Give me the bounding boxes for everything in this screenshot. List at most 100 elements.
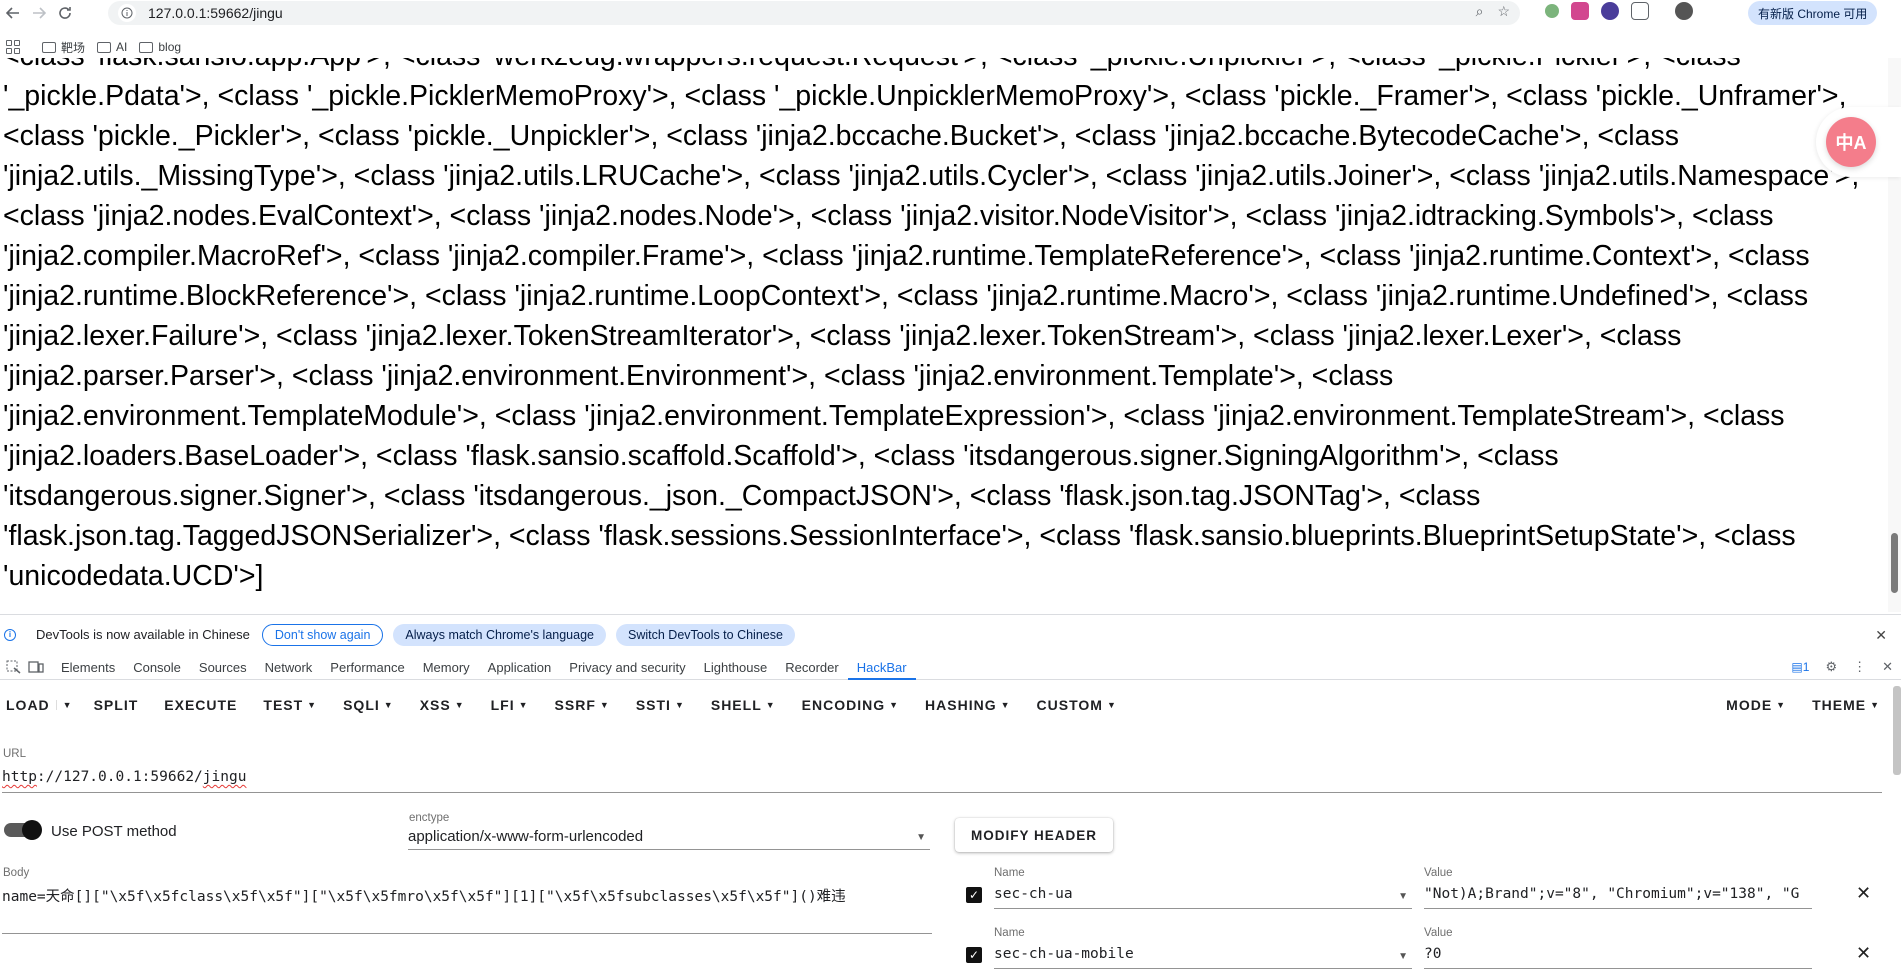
- hashing-menu[interactable]: HASHING ▼: [912, 697, 1023, 713]
- xss-menu[interactable]: XSS ▼: [407, 697, 478, 713]
- site-info-icon[interactable]: [118, 4, 136, 22]
- header-enabled-checkbox[interactable]: ✓: [966, 947, 982, 963]
- folder-icon: [97, 41, 112, 53]
- zoom-icon[interactable]: ⌕: [1476, 3, 1484, 20]
- apps-icon[interactable]: [6, 40, 20, 54]
- devtools-scrollbar[interactable]: [1893, 686, 1901, 775]
- chrome-update-pill[interactable]: 有新版 Chrome 可用: [1748, 1, 1878, 25]
- enctype-label: enctype: [409, 812, 450, 824]
- always-match-language-button[interactable]: Always match Chrome's language: [393, 623, 606, 646]
- caret-down-icon: ▼: [518, 700, 529, 710]
- lfi-menu[interactable]: LFI ▼: [478, 697, 542, 713]
- execute-button[interactable]: EXECUTE: [151, 697, 250, 713]
- theme-menu[interactable]: THEME ▼: [1799, 697, 1893, 713]
- enctype-select[interactable]: application/x-www-form-urlencoded ▼: [408, 828, 930, 850]
- header-name-input[interactable]: sec-ch-ua ▼: [994, 883, 1412, 909]
- infobar-message: DevTools is now available in Chinese: [36, 627, 250, 642]
- tab-recorder[interactable]: Recorder: [776, 655, 847, 680]
- tab-hackbar[interactable]: HackBar: [847, 655, 916, 680]
- delete-header-icon[interactable]: ✕: [1856, 943, 1871, 964]
- tab-network[interactable]: Network: [256, 655, 322, 680]
- bookmark-star-icon[interactable]: ☆: [1497, 3, 1510, 20]
- translate-icon[interactable]: 中A: [1826, 117, 1876, 167]
- tab-application[interactable]: Application: [479, 655, 561, 680]
- extensions-puzzle-icon[interactable]: [1631, 2, 1649, 20]
- header-enabled-checkbox[interactable]: ✓: [966, 887, 982, 903]
- page-output-text: <class 'flask.sansio.app.App'>, <class '…: [3, 58, 1860, 592]
- body-textarea[interactable]: name=天命[]["\x5f\x5fclass\x5f\x5f"]["\x5f…: [2, 886, 932, 934]
- address-bar[interactable]: 127.0.0.1:59662/jingu ⌕ ☆: [108, 1, 1520, 25]
- inspect-element-icon[interactable]: [6, 660, 22, 674]
- url-input[interactable]: http://127.0.0.1:59662/jingu: [2, 767, 1882, 793]
- url-label: URL: [3, 748, 27, 760]
- bookmark-folder[interactable]: AI: [97, 40, 127, 54]
- tab-sources[interactable]: Sources: [190, 655, 256, 680]
- caret-down-icon: ▼: [1398, 951, 1408, 962]
- tab-memory[interactable]: Memory: [414, 655, 479, 680]
- tab-console[interactable]: Console: [124, 655, 190, 680]
- caret-down-icon: ▼: [383, 700, 394, 710]
- header-value-input[interactable]: ?0: [1424, 943, 1812, 969]
- forward-button[interactable]: [26, 0, 52, 26]
- post-method-toggle[interactable]: [4, 820, 42, 840]
- messages-badge[interactable]: ▤1: [1791, 660, 1809, 674]
- tab-elements[interactable]: Elements: [52, 655, 124, 680]
- scrollbar-thumb[interactable]: [1891, 533, 1898, 593]
- extension-pink-icon[interactable]: [1571, 2, 1589, 20]
- load-dropdown[interactable]: ▼: [55, 700, 81, 710]
- close-icon[interactable]: ✕: [1875, 627, 1887, 644]
- split-button[interactable]: SPLIT: [81, 697, 152, 713]
- encoding-menu[interactable]: ENCODING ▼: [789, 697, 912, 713]
- header-row: ✓ Name sec-ch-ua ▼ Value "Not)A;Brand";v=…: [966, 867, 1876, 915]
- caret-down-icon: ▼: [1870, 700, 1880, 710]
- caret-down-icon: ▼: [889, 700, 900, 710]
- address-text: 127.0.0.1:59662/jingu: [148, 5, 283, 21]
- switch-devtools-chinese-button[interactable]: Switch DevTools to Chinese: [616, 623, 795, 646]
- more-options-icon[interactable]: ⋮: [1853, 659, 1866, 675]
- reload-button[interactable]: [52, 0, 78, 26]
- extension-green-icon[interactable]: [1545, 4, 1559, 18]
- bookmarks-bar: 靶场 AI blog: [0, 36, 1901, 58]
- caret-down-icon: ▼: [307, 700, 318, 710]
- caret-down-icon: ▼: [916, 832, 926, 843]
- bookmark-folder[interactable]: 靶场: [42, 39, 85, 56]
- custom-menu[interactable]: CUSTOM ▼: [1024, 697, 1130, 713]
- shell-menu[interactable]: SHELL ▼: [698, 697, 789, 713]
- devtools-infobar: i DevTools is now available in Chinese D…: [0, 614, 1901, 654]
- browser-toolbar: 127.0.0.1:59662/jingu ⌕ ☆ 有新版 Chrome 可用: [0, 0, 1901, 26]
- tab-performance[interactable]: Performance: [321, 655, 413, 680]
- caret-down-icon: ▼: [1106, 700, 1117, 710]
- info-icon: i: [4, 628, 16, 641]
- close-devtools-icon[interactable]: ✕: [1882, 659, 1893, 675]
- body-label: Body: [3, 867, 30, 879]
- caret-down-icon: ▼: [454, 700, 465, 710]
- caret-down-icon: ▼: [1000, 700, 1011, 710]
- header-row: ✓ Name sec-ch-ua-mobile ▼ Value ?0 ✕: [966, 927, 1876, 975]
- caret-down-icon: ▼: [765, 700, 776, 710]
- folder-icon: [42, 41, 56, 53]
- tab-privacy-security[interactable]: Privacy and security: [560, 655, 694, 680]
- load-button[interactable]: LOAD: [0, 697, 56, 713]
- delete-header-icon[interactable]: ✕: [1856, 883, 1871, 904]
- header-value-input[interactable]: "Not)A;Brand";v="8", "Chromium";v="138",…: [1424, 883, 1812, 909]
- bookmark-folder[interactable]: blog: [139, 40, 181, 54]
- ssti-menu[interactable]: SSTI ▼: [623, 697, 698, 713]
- ssrf-menu[interactable]: SSRF ▼: [542, 697, 623, 713]
- profile-avatar[interactable]: [1675, 2, 1693, 20]
- sqli-menu[interactable]: SQLI ▼: [330, 697, 407, 713]
- forward-arrow-icon: [33, 7, 46, 19]
- test-menu[interactable]: TEST ▼: [250, 697, 330, 713]
- header-name-input[interactable]: sec-ch-ua-mobile ▼: [994, 943, 1412, 969]
- tab-lighthouse[interactable]: Lighthouse: [695, 655, 777, 680]
- reload-icon: [59, 7, 71, 19]
- settings-gear-icon[interactable]: ⚙: [1825, 659, 1837, 675]
- device-toolbar-icon[interactable]: [28, 660, 44, 674]
- extension-purple-icon[interactable]: [1601, 2, 1619, 20]
- caret-down-icon: ▼: [1398, 891, 1408, 902]
- back-arrow-icon: [6, 7, 19, 19]
- dont-show-again-button[interactable]: Don't show again: [261, 623, 384, 646]
- mode-menu[interactable]: MODE ▼: [1713, 697, 1799, 713]
- modify-header-button[interactable]: MODIFY HEADER: [955, 818, 1113, 852]
- caret-down-icon: ▼: [674, 700, 685, 710]
- back-button[interactable]: [0, 0, 26, 26]
